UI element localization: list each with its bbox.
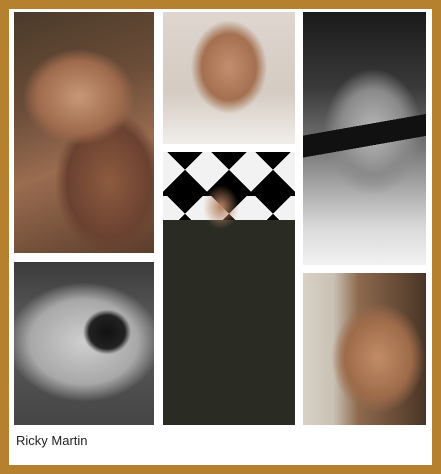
photo-ring-hand-bw — [14, 262, 154, 425]
photo-close-up-face — [303, 273, 426, 425]
caption: Ricky Martin — [16, 433, 88, 448]
photo-finger-on-lips — [163, 12, 295, 144]
photo-blindfold-bw — [303, 12, 426, 265]
photo-stage-performance — [163, 152, 295, 425]
photo-hand-over-face — [14, 12, 154, 253]
